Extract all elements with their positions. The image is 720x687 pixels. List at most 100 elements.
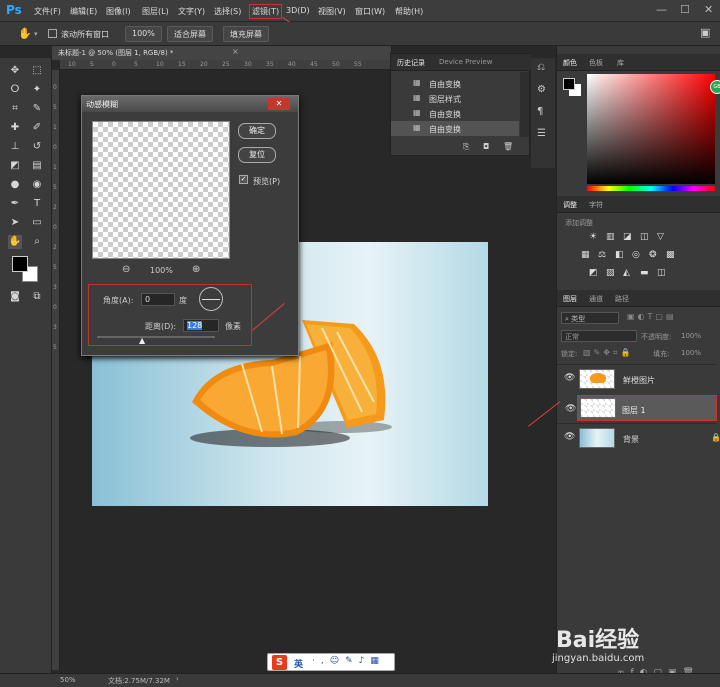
status-zoom[interactable]: 50% [60,676,76,684]
menu-file[interactable]: 文件(F) [34,6,61,17]
history-item-active[interactable]: ▦ 自由变换 [391,121,519,136]
color-lookup-icon[interactable]: ▩ [666,250,679,260]
eye-icon[interactable]: 👁 [564,432,575,442]
history-item[interactable]: ▦ 自由变换 [391,106,519,121]
ime-mode[interactable]: 英 [294,657,303,670]
trash-icon[interactable]: 🗑 [503,142,513,151]
marquee-tool-icon[interactable]: ⬚ [30,64,44,78]
menu-layer[interactable]: 图层(L) [142,6,169,17]
menu-image[interactable]: 图像(I) [106,6,131,17]
layer-row[interactable]: 👁 鲜橙图片 [557,364,717,392]
color-picker-field[interactable] [587,74,715,184]
fill-value[interactable]: 100% [681,349,701,357]
hue-slider[interactable] [587,186,715,191]
eraser-icon[interactable]: ◩ [8,159,22,173]
gradient-map-icon[interactable]: ▬ [640,268,653,278]
black-white-icon[interactable]: ◧ [615,250,628,260]
sogou-logo[interactable]: S [272,655,287,670]
menu-3d[interactable]: 3D(D) [286,6,310,15]
distance-input[interactable]: 128 [183,319,219,332]
tab-character[interactable]: 字符 [589,200,603,210]
stamp-tool-icon[interactable]: ⊥ [8,140,22,154]
brightness-icon[interactable]: ☀ [589,232,602,242]
zoom-tool-icon[interactable]: ⌕ [30,235,44,249]
chevron-right-icon[interactable]: › [176,675,179,683]
photo-filter-icon[interactable]: ◎ [632,250,645,260]
eyedropper-icon[interactable]: ✎ [30,102,44,116]
lock-icons[interactable]: ▨✎✥⌗🔒 [583,348,633,358]
path-select-icon[interactable]: ➤ [8,216,22,230]
preview-checkbox[interactable]: ✓ [239,175,248,184]
layer-row[interactable]: 👁 背景 🔒 [557,423,720,451]
zoom-100-button[interactable]: 100% [125,26,162,42]
history-brush-icon[interactable]: ↺ [30,140,44,154]
tab-swatches[interactable]: 色板 [589,58,603,68]
layer-filter-select[interactable]: ⌕ 类型 [561,312,619,324]
menu-select[interactable]: 选择(S) [214,6,241,17]
magic-wand-icon[interactable]: ✦ [30,83,44,97]
ime-tool-icons[interactable]: ·,☺✎♪▦ [312,656,385,666]
foreground-color-swatch[interactable] [12,256,28,272]
close-icon[interactable]: ✕ [704,3,713,16]
vibrance-icon[interactable]: ▽ [657,232,670,242]
layer-filter-icons[interactable]: ▣◐T▢▤ [627,312,677,321]
fill-screen-button[interactable]: 填充屏幕 [223,26,269,42]
channel-mixer-icon[interactable]: ❂ [649,250,662,260]
eye-icon[interactable]: 👁 [564,373,575,383]
tab-paths[interactable]: 路径 [615,294,629,304]
type-tool-icon[interactable]: T [30,197,44,211]
pen-tool-icon[interactable]: ✒ [8,197,22,211]
menu-window[interactable]: 窗口(W) [355,6,385,17]
history-scrollbar[interactable] [520,72,529,137]
fg-color-chip[interactable] [563,78,575,90]
invert-icon[interactable]: ◩ [589,268,602,278]
tab-adjustments[interactable]: 调整 [563,200,577,210]
tab-libraries[interactable]: 库 [617,58,624,68]
crop-tool-icon[interactable]: ⌗ [8,102,22,116]
selective-color-icon[interactable]: ◫ [657,268,670,278]
angle-dial[interactable] [199,287,223,311]
exposure-icon[interactable]: ◫ [640,232,653,242]
threshold-icon[interactable]: ◭ [623,268,636,278]
tab-device-preview[interactable]: Device Preview [439,58,492,66]
menu-edit[interactable]: 编辑(E) [70,6,97,17]
color-sync-badge[interactable]: GB [710,80,720,94]
fit-screen-button[interactable]: 适合屏幕 [167,26,213,42]
chevron-down-icon[interactable]: ▾ [34,30,38,38]
history-item[interactable]: ▦ 自由变换 [391,76,519,91]
status-doc-info[interactable]: 文档:2.75M/7.32M [108,676,170,686]
levels-icon[interactable]: ▥ [606,232,619,242]
angle-input[interactable]: 0 [141,293,175,306]
history-panel-icon[interactable]: ⎌ [537,62,545,73]
menu-filter[interactable]: 滤镜(T) [249,4,283,19]
hue-saturation-icon[interactable]: ▦ [581,250,594,260]
tab-history[interactable]: 历史记录 [397,58,425,68]
camera-icon[interactable]: ◘ [483,142,489,151]
dodge-tool-icon[interactable]: ◉ [30,178,44,192]
move-tool-icon[interactable]: ✥ [8,64,22,78]
tab-channels[interactable]: 通道 [589,294,603,304]
paragraph-icon[interactable]: ¶ [537,106,543,117]
menu-help[interactable]: 帮助(H) [395,6,423,17]
rectangle-tool-icon[interactable]: ▭ [30,216,44,230]
tab-close-icon[interactable]: × [232,47,239,56]
tab-layers[interactable]: 图层 [563,294,577,304]
blur-preview[interactable] [92,121,230,259]
zoom-out-icon[interactable]: ⊖ [122,264,130,275]
lasso-tool-icon[interactable]: ⵔ [8,83,22,97]
ok-button[interactable]: 确定 [238,123,276,139]
curves-icon[interactable]: ◪ [623,232,636,242]
menu-type[interactable]: 文字(Y) [178,6,205,17]
document-tab[interactable]: 未标题-1 @ 50% (图层 1, RGB/8) * × [52,46,392,60]
workspace-icon[interactable]: ▣ [700,26,710,39]
layer-name[interactable]: 鲜橙图片 [623,375,655,386]
reset-button[interactable]: 复位 [238,147,276,163]
dialog-close-icon[interactable]: ✕ [268,98,290,110]
quick-mask-icon[interactable]: ◙ [8,290,22,304]
blend-mode-select[interactable]: 正常 [561,330,637,342]
eye-icon[interactable]: 👁 [565,404,576,414]
new-document-icon[interactable]: ⎘ [463,142,469,152]
scroll-all-checkbox[interactable] [48,29,57,38]
minimize-icon[interactable]: — [656,3,667,16]
posterize-icon[interactable]: ▧ [606,268,619,278]
